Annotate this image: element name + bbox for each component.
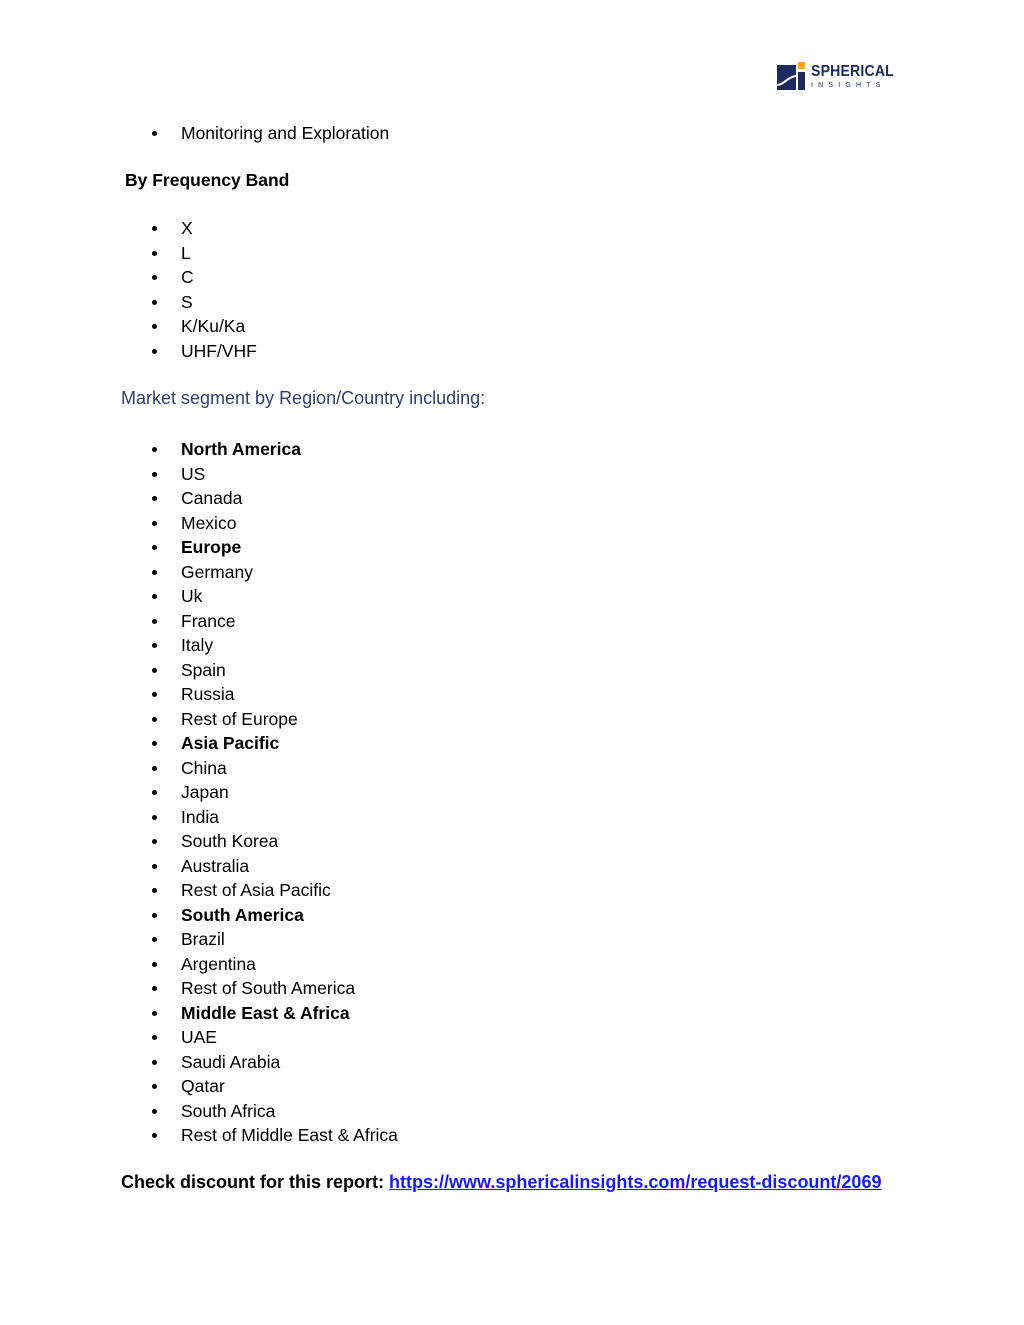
frequency-band-heading: By Frequency Band (125, 170, 290, 190)
list-item: Rest of Asia Pacific (150, 878, 398, 903)
list-item: Qatar (150, 1074, 398, 1099)
list-item: Rest of South America (150, 976, 398, 1001)
logo-title: SPHERICAL (811, 62, 894, 80)
list-item: Argentina (150, 952, 398, 977)
list-item: Brazil (150, 927, 398, 952)
region-group-item: North America (150, 437, 398, 462)
region-group-item: Asia Pacific (150, 731, 398, 756)
list-item: Russia (150, 682, 398, 707)
list-item: Germany (150, 560, 398, 585)
list-item: China (150, 756, 398, 781)
region-group-item: Europe (150, 535, 398, 560)
list-item: UAE (150, 1025, 398, 1050)
region-group-item: South America (150, 903, 398, 928)
list-item: Monitoring and Exploration (150, 121, 389, 146)
discount-link[interactable]: https://www.sphericalinsights.com/reques… (389, 1172, 881, 1192)
list-item: C (150, 265, 257, 290)
application-list: Monitoring and Exploration (150, 121, 389, 146)
list-item: S (150, 290, 257, 315)
list-item: Rest of Middle East & Africa (150, 1123, 398, 1148)
list-item: Italy (150, 633, 398, 658)
logo-mark-icon (777, 62, 805, 90)
list-item: France (150, 609, 398, 634)
region-list: North America US Canada Mexico Europe Germany… (150, 437, 398, 1148)
discount-label: Check discount for this report: (121, 1172, 390, 1192)
list-item: Canada (150, 486, 398, 511)
list-item: Spain (150, 658, 398, 683)
list-item: Rest of Europe (150, 707, 398, 732)
list-item: Mexico (150, 511, 398, 536)
list-item: South Korea (150, 829, 398, 854)
discount-line: Check discount for this report: https://… (121, 1172, 881, 1193)
list-item: K/Ku/Ka (150, 314, 257, 339)
spherical-insights-logo: SPHERICAL INSIGHTS (777, 62, 905, 90)
frequency-band-list: X L C S K/Ku/Ka UHF/VHF (150, 216, 257, 363)
list-item: L (150, 241, 257, 266)
list-item: UHF/VHF (150, 339, 257, 364)
list-item: Saudi Arabia (150, 1050, 398, 1075)
region-group-item: Middle East & Africa (150, 1001, 398, 1026)
list-item: India (150, 805, 398, 830)
region-heading: Market segment by Region/Country includi… (121, 388, 486, 408)
list-item: South Africa (150, 1099, 398, 1124)
list-item: Uk (150, 584, 398, 609)
logo-subtitle: INSIGHTS (811, 81, 886, 89)
list-item: Australia (150, 854, 398, 879)
list-item: Japan (150, 780, 398, 805)
list-item: X (150, 216, 257, 241)
list-item: US (150, 462, 398, 487)
